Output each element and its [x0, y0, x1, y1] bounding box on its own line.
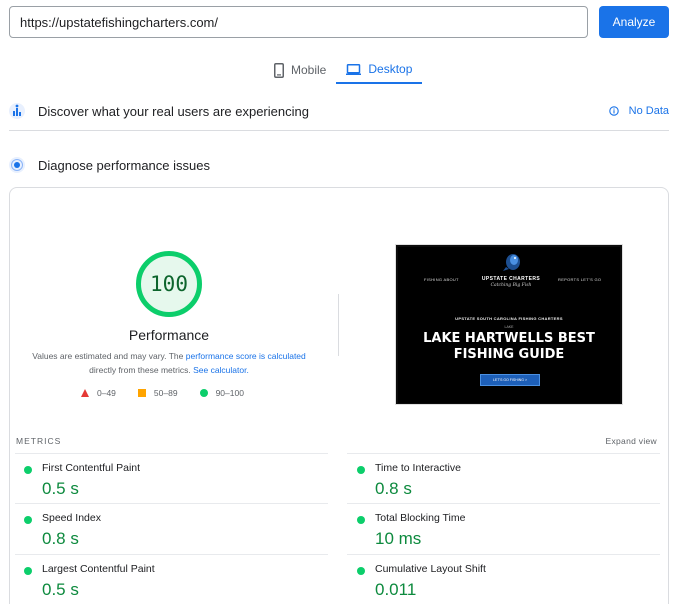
screenshot-brand-sub: Catching Big Fish — [490, 283, 532, 288]
metric-name: Cumulative Layout Shift — [375, 563, 486, 575]
pass-circle-icon — [357, 516, 365, 524]
average-square-icon — [137, 389, 146, 397]
no-data-label: No Data — [628, 105, 669, 117]
pass-circle-icon — [24, 516, 32, 524]
note-text-2: directly from these metrics. — [89, 365, 194, 375]
metrics-row-divider — [15, 453, 328, 454]
screenshot-brand: UPSTATE CHARTERS — [481, 276, 541, 282]
screenshot-content: FISHING ABOUT REPORTS LET'S GO UPSTATE C… — [398, 247, 620, 403]
metric-first-contentful-paint: First Contentful Paint 0.5 s — [24, 462, 324, 502]
score-note: Values are estimated and may vary. The p… — [24, 349, 314, 377]
lab-data-section: Diagnose performance issues — [9, 155, 669, 175]
screenshot-small-text: LAKE — [504, 325, 514, 329]
tab-mobile-label: Mobile — [291, 63, 327, 77]
metric-value: 10 ms — [375, 529, 422, 548]
metrics-row-divider — [15, 503, 328, 504]
metric-value: 0.011 — [375, 580, 417, 599]
field-data-title: Discover what your real users are experi… — [38, 103, 309, 119]
screenshot-kicker: UPSTATE SOUTH CAROLINA FISHING CHARTERS — [455, 316, 563, 321]
fish-logo-icon — [503, 254, 520, 271]
panel-divider — [338, 294, 339, 356]
legend-average-range: 50–89 — [153, 388, 178, 398]
lab-data-title: Diagnose performance issues — [38, 157, 210, 173]
metric-value: 0.5 s — [42, 479, 79, 498]
pass-circle-icon — [24, 466, 32, 474]
fail-triangle-icon — [81, 389, 89, 397]
legend-pass-range: 90–100 — [215, 388, 244, 398]
metric-name: Time to Interactive — [375, 462, 461, 474]
metric-name: Total Blocking Time — [375, 512, 466, 524]
url-input[interactable]: https://upstatefishingcharters.com/ — [9, 6, 588, 38]
metric-value: 0.8 s — [42, 529, 79, 548]
device-tabs: Mobile Desktop — [264, 56, 423, 84]
field-data-section: Discover what your real users are experi… — [9, 100, 669, 122]
screenshot-hero-title: LAKE HARTWELLS BEST FISHING GUIDE — [423, 331, 595, 362]
screenshot-nav-right: REPORTS LET'S GO — [558, 277, 602, 282]
legend-average: 50–89 — [137, 388, 178, 398]
expand-view-toggle[interactable]: Expand view — [606, 436, 658, 446]
metric-name: Speed Index — [42, 512, 101, 524]
metrics-row-divider — [347, 554, 660, 555]
note-text-1: Values are estimated and may vary. The — [32, 351, 186, 361]
pass-circle-icon — [357, 466, 365, 474]
screenshot-nav-left: FISHING ABOUT — [424, 277, 459, 282]
legend-fail: 0–49 — [81, 388, 116, 398]
score-calculated-link[interactable]: performance score is calculated — [186, 351, 306, 361]
pass-circle-icon — [199, 389, 208, 397]
score-legend: 0–49 50–89 90–100 — [81, 388, 244, 398]
no-data-status[interactable]: No Data — [608, 100, 669, 122]
performance-score-value: 100 — [150, 272, 188, 296]
tab-desktop[interactable]: Desktop — [336, 56, 423, 84]
phone-icon — [274, 62, 284, 78]
tab-desktop-label: Desktop — [368, 62, 413, 76]
legend-fail-range: 0–49 — [97, 388, 116, 398]
laptop-icon — [346, 63, 362, 75]
metrics-row-divider — [15, 554, 328, 555]
pass-circle-icon — [357, 567, 365, 575]
metric-name: First Contentful Paint — [42, 462, 141, 474]
metric-time-to-interactive: Time to Interactive 0.8 s — [357, 462, 657, 502]
metric-value: 0.5 s — [42, 580, 79, 599]
legend-pass: 90–100 — [199, 388, 244, 398]
section-divider — [9, 130, 669, 131]
see-calculator-link[interactable]: See calculator. — [193, 365, 249, 375]
info-icon — [608, 106, 619, 116]
analyze-button[interactable]: Analyze — [599, 6, 669, 38]
page-screenshot[interactable]: FISHING ABOUT REPORTS LET'S GO UPSTATE C… — [395, 244, 623, 405]
performance-score-gauge: 100 — [136, 251, 202, 317]
users-icon — [9, 103, 25, 119]
pass-circle-icon — [24, 567, 32, 575]
metrics-heading: METRICS — [16, 436, 62, 446]
metric-speed-index: Speed Index 0.8 s — [24, 512, 324, 552]
metric-largest-contentful-paint: Largest Contentful Paint 0.5 s — [24, 563, 324, 603]
tab-mobile[interactable]: Mobile — [264, 56, 336, 84]
metric-cumulative-layout-shift: Cumulative Layout Shift 0.011 — [357, 563, 657, 603]
screenshot-cta-button: LET'S GO FISHING > — [480, 374, 540, 386]
performance-label: Performance — [128, 327, 210, 343]
metrics-row-divider — [347, 503, 660, 504]
metric-name: Largest Contentful Paint — [42, 563, 155, 575]
metric-total-blocking-time: Total Blocking Time 10 ms — [357, 512, 657, 552]
metric-value: 0.8 s — [375, 479, 412, 498]
metrics-row-divider — [347, 453, 660, 454]
diagnose-icon — [9, 157, 25, 173]
